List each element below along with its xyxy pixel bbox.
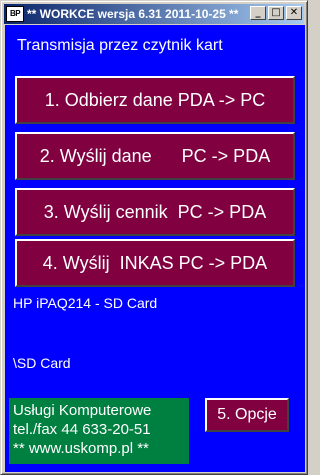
company-phone: tel./fax 44 633-20-51 — [13, 421, 151, 438]
receive-data-button[interactable]: 1. Odbierz dane PDA -> PC — [15, 76, 295, 124]
app-window: BP ** WORKCE wersja 6.31 2011-10-25 ** _… — [0, 0, 308, 475]
main-panel: Transmisja przez czytnik kart 1. Odbierz… — [5, 25, 305, 472]
company-name: Usługi Komputerowe — [13, 402, 152, 419]
send-pricelist-button[interactable]: 3. Wyślij cennik PC -> PDA — [15, 188, 295, 236]
company-info-box: Usługi Komputerowe tel./fax 44 633-20-51… — [9, 398, 189, 464]
send-data-button[interactable]: 2. Wyślij dane PC -> PDA — [15, 132, 295, 180]
window-title: ** WORKCE wersja 6.31 2011-10-25 ** — [27, 7, 239, 21]
company-website: ** www.uskomp.pl ** — [13, 440, 149, 457]
minimize-button[interactable]: _ — [250, 6, 266, 20]
device-label: HP iPAQ214 - SD Card — [13, 295, 158, 311]
page-title: Transmisja przez czytnik kart — [17, 37, 223, 54]
title-bar[interactable]: BP ** WORKCE wersja 6.31 2011-10-25 ** _… — [4, 4, 304, 24]
maximize-button[interactable]: □ — [268, 6, 284, 20]
options-button[interactable]: 5. Opcje — [205, 398, 289, 432]
app-logo-icon[interactable]: BP — [6, 6, 24, 22]
window-controls: _ □ ✕ — [250, 6, 302, 20]
path-label: \SD Card — [13, 355, 71, 371]
send-inkas-button[interactable]: 4. Wyślij INKAS PC -> PDA — [15, 239, 295, 287]
close-button[interactable]: ✕ — [286, 6, 302, 20]
